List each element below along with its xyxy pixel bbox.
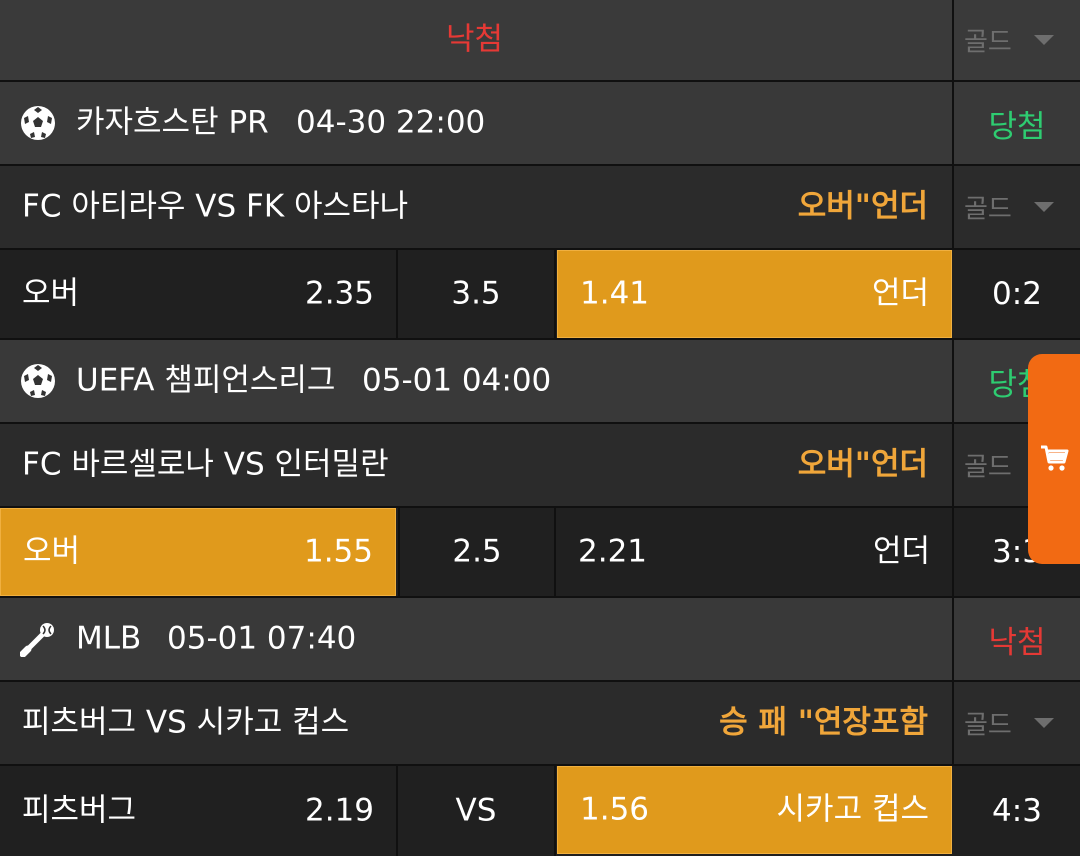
- match-datetime: 05-01 07:40: [167, 620, 357, 657]
- odds-option-right-selected[interactable]: 1.41 언더: [557, 250, 952, 338]
- gold-dropdown[interactable]: 골드: [954, 0, 1080, 80]
- gold-dropdown[interactable]: 골드: [954, 682, 1080, 764]
- odds-option-left[interactable]: 피츠버그 2.19: [0, 766, 398, 856]
- match-score: 4:3: [992, 793, 1042, 829]
- match-3-odds-row: 피츠버그 2.19 VS 1.56 시카고 컵스 4:3: [0, 766, 1080, 856]
- odds-center: 2.5: [398, 508, 556, 596]
- match-3-header: MLB 05-01 07:40 낙첨: [0, 598, 1080, 682]
- bet-type-label: 오버"언더: [797, 188, 928, 225]
- match-3-header-main: MLB 05-01 07:40: [0, 598, 954, 680]
- match-2-odds-row: 오버 1.55 2.5 2.21 언더 3:3: [0, 508, 1080, 598]
- gold-dropdown-label: 골드: [964, 194, 1012, 225]
- option-label: 시카고 컵스: [776, 791, 929, 828]
- option-label: 피츠버그: [22, 792, 137, 829]
- option-odds: 1.41: [580, 275, 650, 312]
- match-datetime: 04-30 22:00: [296, 104, 486, 141]
- center-value: 2.5: [452, 533, 502, 570]
- match-1-header-main: 카자흐스탄 PR 04-30 22:00: [0, 82, 954, 164]
- match-3-teams-main: 피츠버그 VS 시카고 컵스 승 패 "연장포함: [0, 682, 954, 764]
- odds-center: 3.5: [398, 250, 556, 338]
- match-teams: FC 아티라우 VS FK 아스타나: [22, 188, 409, 225]
- match-result-badge: 낙첨: [988, 624, 1046, 661]
- option-odds: 1.55: [303, 533, 373, 570]
- center-value: VS: [455, 792, 497, 829]
- match-1-header: 카자흐스탄 PR 04-30 22:00 당첨: [0, 82, 1080, 166]
- option-label: 언더: [871, 275, 929, 312]
- match-1-teams-main: FC 아티라우 VS FK 아스타나 오버"언더: [0, 166, 954, 248]
- bet-type-label: 오버"언더: [797, 446, 928, 483]
- header-result-label: 낙첨: [446, 21, 504, 58]
- center-value: 3.5: [451, 275, 501, 312]
- gold-dropdown[interactable]: 골드: [954, 166, 1080, 248]
- option-label: 오버: [22, 275, 80, 312]
- league-name: MLB: [76, 620, 142, 657]
- league-name: 카자흐스탄 PR: [76, 104, 269, 141]
- match-datetime: 05-01 04:00: [362, 362, 552, 399]
- chevron-down-icon: [1034, 35, 1054, 45]
- match-score: 0:2: [992, 276, 1042, 312]
- match-2-header-main: UEFA 챔피언스리그 05-01 04:00: [0, 340, 954, 422]
- option-odds: 2.21: [578, 533, 648, 570]
- odds-center: VS: [398, 766, 556, 856]
- soccer-ball-icon: [21, 364, 55, 398]
- cart-tab[interactable]: [1028, 354, 1080, 564]
- gold-dropdown-label: 골드: [964, 710, 1012, 741]
- baseball-icon: [20, 623, 54, 657]
- header-bar: 낙첨 골드: [0, 0, 1080, 82]
- option-odds: 2.35: [304, 275, 374, 312]
- header-result-cell: 낙첨: [0, 0, 954, 80]
- match-2-header: UEFA 챔피언스리그 05-01 04:00 당첨: [0, 340, 1080, 424]
- soccer-ball-icon: [21, 106, 55, 140]
- gold-dropdown-label: 골드: [964, 27, 1012, 58]
- chevron-down-icon: [1034, 718, 1054, 728]
- option-label: 오버: [23, 533, 81, 570]
- odds-option-left[interactable]: 오버 2.35: [0, 250, 398, 338]
- match-3-teams-row: 피츠버그 VS 시카고 컵스 승 패 "연장포함 골드: [0, 682, 1080, 766]
- option-label: 언더: [872, 533, 930, 570]
- match-teams: 피츠버그 VS 시카고 컵스: [22, 704, 350, 741]
- match-1-teams-row: FC 아티라우 VS FK 아스타나 오버"언더 골드: [0, 166, 1080, 250]
- odds-option-right[interactable]: 2.21 언더: [556, 508, 954, 596]
- chevron-down-icon: [1034, 202, 1054, 212]
- match-1-odds-row: 오버 2.35 3.5 1.41 언더 0:2: [0, 250, 1080, 340]
- match-2-teams-row: FC 바르셀로나 VS 인터밀란 오버"언더 골드: [0, 424, 1080, 508]
- option-odds: 2.19: [304, 792, 374, 829]
- odds-option-right-selected[interactable]: 1.56 시카고 컵스: [557, 766, 952, 854]
- match-2-teams-main: FC 바르셀로나 VS 인터밀란 오버"언더: [0, 424, 954, 506]
- league-name: UEFA 챔피언스리그: [76, 362, 336, 399]
- gold-dropdown-label: 골드: [964, 452, 1012, 483]
- shopping-cart-icon: [1041, 445, 1069, 471]
- match-result-badge: 당첨: [988, 108, 1046, 145]
- match-teams: FC 바르셀로나 VS 인터밀란: [22, 446, 389, 483]
- bet-type-label: 승 패 "연장포함: [719, 704, 928, 741]
- option-odds: 1.56: [580, 791, 650, 828]
- odds-option-left-selected[interactable]: 오버 1.55: [0, 508, 396, 596]
